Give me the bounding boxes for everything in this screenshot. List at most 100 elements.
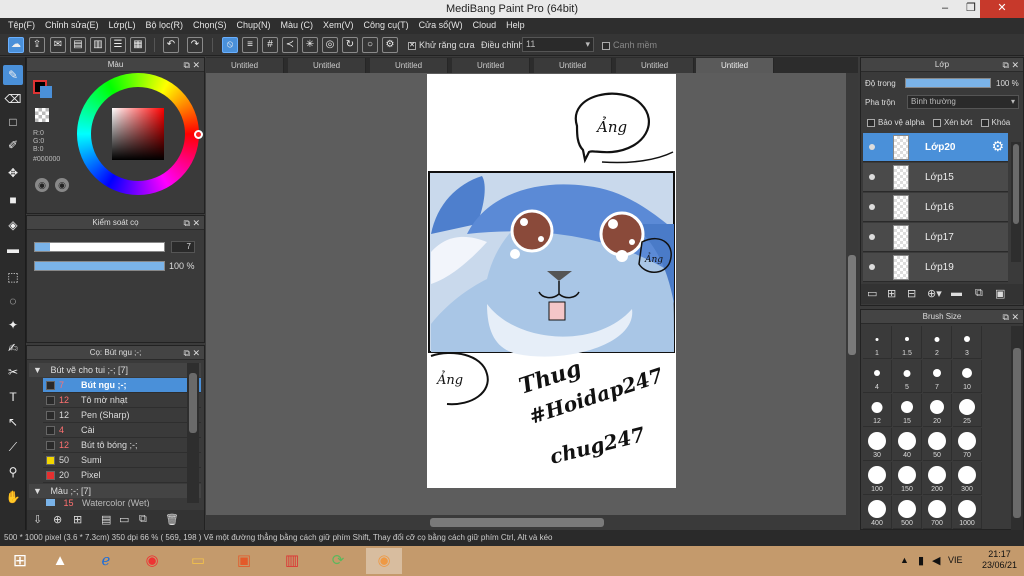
brush-size-option[interactable]: 500 [893, 496, 922, 529]
add-menu-icon[interactable]: ⊞ [73, 513, 82, 526]
add-brush-icon[interactable]: ⊕ [53, 513, 62, 526]
grid-icon[interactable]: ▦ [130, 37, 146, 53]
powerpoint-icon[interactable]: ▣ [226, 548, 262, 574]
layer-scroll-thumb[interactable] [1013, 144, 1019, 224]
circle-snap-icon[interactable]: ◎ [322, 37, 338, 53]
brush-size-option[interactable]: 30 [863, 428, 892, 461]
comment-icon[interactable]: ✉ [50, 37, 66, 53]
brush-size-scroll-thumb[interactable] [1013, 348, 1021, 518]
menu-window[interactable]: Cửa sổ(W) [415, 18, 469, 34]
brush-group-header[interactable]: ▼ Màu ;-; [7] [29, 484, 201, 498]
panel-float-close-icon[interactable]: ⧉ ✕ [184, 58, 200, 72]
chat-icon[interactable]: ▤ [70, 37, 86, 53]
cloud-download-icon[interactable]: ⇩ [33, 513, 42, 526]
tab-document[interactable]: Untitled [616, 58, 694, 73]
trash-icon[interactable]: 🗑 [165, 513, 179, 526]
folder-icon[interactable]: ▭ [119, 513, 129, 526]
brush-item[interactable]: 20 Pixel [43, 468, 201, 483]
hue-cursor[interactable] [194, 130, 203, 139]
select-rect-tool-icon[interactable]: ⬚ [3, 267, 23, 287]
brush-size-option[interactable]: 25 [953, 394, 982, 427]
layer-list-scrollbar[interactable] [1011, 142, 1021, 262]
panel-float-close-icon[interactable]: ⧉ ✕ [1003, 58, 1019, 72]
brush-size-option[interactable]: 5 [893, 360, 922, 393]
brush-group-header[interactable]: ▼ Bút vẽ cho tui ;-; [7] [29, 363, 201, 377]
parallel-snap-icon[interactable]: ≡ [242, 37, 258, 53]
panel-float-close-icon[interactable]: ⧉ ✕ [184, 346, 200, 360]
menu-edit[interactable]: Chỉnh sửa(E) [41, 18, 105, 34]
menu-view[interactable]: Xem(V) [319, 18, 360, 34]
new-halftone-layer-icon[interactable]: ⊞ [887, 287, 896, 300]
brush-size-option[interactable]: 700 [923, 496, 952, 529]
canvas-area[interactable]: Ảng Ảng Ảng Thug #Hoidap247 chug247 [206, 73, 846, 515]
menu-file[interactable]: Tệp(F) [4, 18, 41, 34]
page-icon[interactable]: ▤ [101, 513, 111, 526]
canvas-vertical-scrollbar[interactable] [846, 73, 858, 515]
scroll-thumb[interactable] [848, 255, 856, 355]
brush-item-partial[interactable]: 15 Watercolor (Wet) [43, 499, 201, 507]
chrome-icon[interactable]: ◉ [134, 548, 170, 574]
tab-document[interactable]: Untitled [206, 58, 284, 73]
drawing-paper[interactable]: Ảng Ảng Ảng Thug #Hoidap247 chug247 [427, 74, 676, 488]
ellipse-snap-icon[interactable]: ○ [362, 37, 378, 53]
gear-icon[interactable]: ⚙ [991, 138, 1004, 155]
text-tool-icon[interactable]: T [3, 387, 23, 407]
correction-select[interactable]: 11 ▾ [522, 37, 594, 52]
cloud-icon[interactable]: ☁ [8, 37, 24, 53]
protect-alpha-checkbox[interactable] [867, 118, 875, 127]
layer-opacity-slider[interactable] [905, 78, 991, 88]
brush-size-option[interactable]: 4 [863, 360, 892, 393]
brush-size-option[interactable]: 70 [953, 428, 982, 461]
brush-size-option[interactable]: 10 [953, 360, 982, 393]
scroll-thumb[interactable] [430, 518, 604, 527]
brush-size-option[interactable]: 2 [923, 326, 952, 359]
secondary-color-swatch[interactable] [40, 86, 52, 98]
lock-checkbox[interactable] [980, 118, 989, 127]
menu-snap[interactable]: Chụp(N) [233, 18, 277, 34]
visibility-eye-icon[interactable] [869, 234, 875, 240]
volume-icon[interactable]: ◀ [932, 554, 940, 567]
undo-icon[interactable]: ↶ [163, 37, 179, 53]
add-layer-menu-icon[interactable]: ⊕▾ [927, 287, 942, 300]
hand-tool-icon[interactable]: ✋ [3, 487, 23, 507]
visibility-eye-icon[interactable] [869, 204, 875, 210]
layer-row[interactable]: Lớp15 [863, 163, 1008, 192]
duplicate-icon[interactable]: ⧉ [139, 513, 147, 526]
magic-wand-tool-icon[interactable]: ✦ [3, 315, 23, 335]
list-icon[interactable]: ☰ [110, 37, 126, 53]
fill-rect-tool-icon[interactable]: ■ [3, 190, 23, 210]
brush-item[interactable]: 12 Bút tô bóng ;-; [43, 438, 201, 453]
layer-row[interactable]: Lớp19 [863, 253, 1008, 282]
brush-size-option[interactable]: 3 [953, 326, 982, 359]
share-icon[interactable]: ⇪ [29, 37, 45, 53]
edge-checkbox[interactable] [602, 41, 610, 50]
brush-size-option[interactable]: 7 [923, 360, 952, 393]
brush-size-option[interactable]: 300 [953, 462, 982, 495]
brush-size-option[interactable]: 50 [923, 428, 952, 461]
select-eraser-tool-icon[interactable]: ✂ [3, 362, 23, 382]
eyedropper-tool-icon[interactable]: ⚲ [3, 462, 23, 482]
select-pen-tool-icon[interactable]: ✍ [3, 338, 23, 358]
visibility-eye-icon[interactable] [869, 174, 875, 180]
internet-explorer-icon[interactable]: ℯ [88, 548, 124, 574]
brush-size-option[interactable]: 1 [863, 326, 892, 359]
menu-help[interactable]: Help [502, 18, 531, 34]
snap-off-icon[interactable]: ⦸ [222, 37, 238, 53]
canvas-horizontal-scrollbar[interactable] [206, 515, 858, 530]
camtasia-icon[interactable]: ⟳ [320, 548, 356, 574]
clock[interactable]: 21:17 23/06/21 [982, 549, 1017, 571]
brush-list-scroll-thumb[interactable] [189, 373, 197, 433]
blend-mode-select[interactable]: Bình thường ▾ [907, 95, 1019, 109]
tab-document-active[interactable]: Untitled [696, 58, 774, 73]
settings-icon[interactable]: ⚙ [382, 37, 398, 53]
antialias-checkbox[interactable]: ✕ [408, 41, 416, 50]
gradient-tool-icon[interactable]: ▬ [3, 239, 23, 259]
layer-row[interactable]: Lớp17 [863, 223, 1008, 252]
brush-size-option[interactable]: 100 [863, 462, 892, 495]
brush-item[interactable]: 7 Bút ngu ;-; ✲ [43, 378, 201, 393]
cross-snap-icon[interactable]: # [262, 37, 278, 53]
brush-opacity-slider[interactable] [34, 261, 165, 271]
curve-snap-icon[interactable]: ↻ [342, 37, 358, 53]
brush-item[interactable]: 50 Sumi [43, 453, 201, 468]
lasso-tool-icon[interactable]: ◌ [3, 291, 23, 311]
